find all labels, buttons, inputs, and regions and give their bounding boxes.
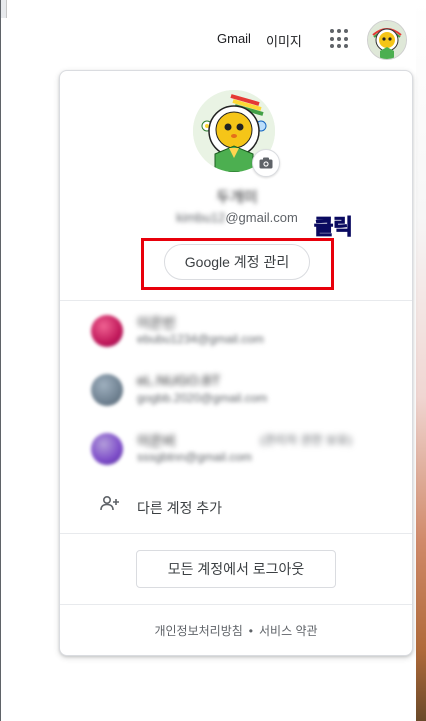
profile-name: 두개미 xyxy=(216,189,258,206)
character-avatar-icon xyxy=(368,21,406,59)
account-name: 이은빈 xyxy=(137,315,176,331)
apps-grid-icon[interactable] xyxy=(330,29,350,49)
profile-email-user: kimbu12 xyxy=(176,210,226,225)
account-name: 이은비 xyxy=(137,433,176,449)
divider xyxy=(60,604,412,605)
account-avatar-button[interactable] xyxy=(367,20,407,60)
person-add-icon xyxy=(100,495,119,511)
background-strip xyxy=(416,0,426,721)
top-bar: Gmail 이미지 xyxy=(0,0,416,70)
account-avatar xyxy=(91,315,123,347)
gmail-link[interactable]: Gmail xyxy=(217,31,251,46)
account-email: ebubu1234@gmail.com xyxy=(137,332,264,346)
account-avatar xyxy=(91,374,123,406)
footer-separator: • xyxy=(248,624,253,638)
profile-email-domain: @gmail.com xyxy=(225,210,298,225)
account-email: sssgbtnn@gmail.com xyxy=(137,450,252,464)
profile-email: kimbu12@gmail.com xyxy=(60,210,414,225)
account-avatar xyxy=(91,433,123,465)
camera-icon xyxy=(259,157,273,169)
account-name: eL.NUGO.BT xyxy=(137,372,221,388)
click-annotation: 클릭 xyxy=(314,215,354,240)
account-email: gogbb.2020@gmail.com xyxy=(137,391,268,405)
account-row[interactable]: 이은비 (관리자 권한 보유) sssgbtnn@gmail.com xyxy=(60,423,412,475)
images-link[interactable]: 이미지 xyxy=(266,31,302,50)
panel-footer: 개인정보처리방침 • 서비스 약관 xyxy=(60,622,412,639)
divider xyxy=(60,533,412,534)
divider xyxy=(60,300,412,301)
privacy-policy-link[interactable]: 개인정보처리방침 xyxy=(154,624,242,638)
sign-out-all-button[interactable]: 모든 계정에서 로그아웃 xyxy=(136,550,336,588)
terms-link[interactable]: 서비스 약관 xyxy=(259,624,318,638)
add-account-label: 다른 계정 추가 xyxy=(137,500,223,516)
account-panel: 두개미 kimbu12@gmail.com Google 계정 관리 클릭 이은… xyxy=(59,70,413,656)
change-photo-button[interactable] xyxy=(252,149,280,177)
add-account-button[interactable]: 다른 계정 추가 xyxy=(60,491,412,521)
account-row[interactable]: eL.NUGO.BT gogbb.2020@gmail.com xyxy=(60,364,412,416)
account-badge: (관리자 권한 보유) xyxy=(260,433,352,447)
manage-google-account-button[interactable]: Google 계정 관리 xyxy=(164,244,310,280)
window-border xyxy=(0,0,1,721)
account-row[interactable]: 이은빈 ebubu1234@gmail.com xyxy=(60,305,412,357)
